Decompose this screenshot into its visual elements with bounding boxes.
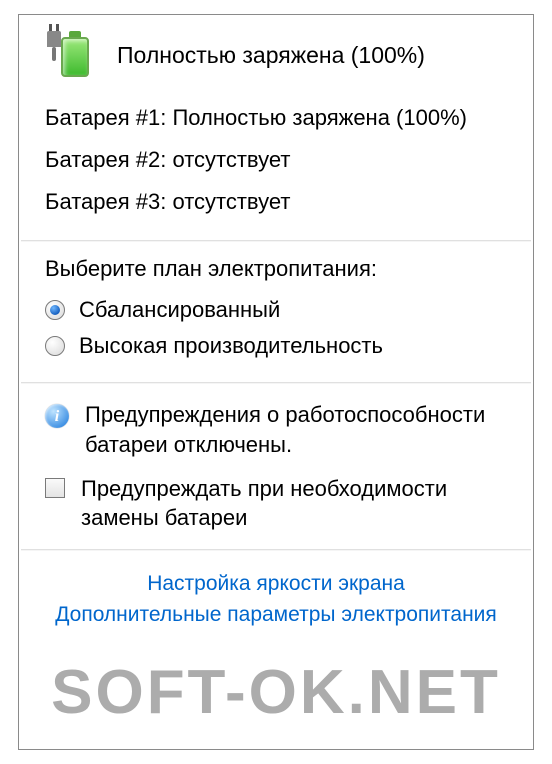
info-text: Предупреждения о работоспособности батар… (85, 400, 507, 459)
checkbox-icon (45, 478, 65, 498)
plan-option-high-performance[interactable]: Высокая производительность (45, 328, 507, 364)
plan-option-label: Высокая производительность (79, 333, 383, 359)
warn-replace-battery-option[interactable]: Предупреждать при необходимости замены б… (21, 474, 531, 549)
battery-1-status: Батарея #1: Полностью заряжена (100%) (45, 97, 507, 139)
power-popup: Полностью заряжена (100%) Батарея #1: По… (18, 14, 534, 750)
power-plan-prompt: Выберите план электропитания: (45, 256, 507, 282)
battery-2-status: Батарея #2: отсутствует (45, 139, 507, 181)
popup-inner: Полностью заряжена (100%) Батарея #1: По… (21, 17, 531, 747)
power-plan-section: Выберите план электропитания: Сбалансиро… (21, 242, 531, 382)
links-section: Настройка яркости экрана Дополнительные … (21, 551, 531, 648)
plan-option-balanced[interactable]: Сбалансированный (45, 292, 507, 328)
radio-icon (45, 336, 65, 356)
radio-icon (45, 300, 65, 320)
battery-3-status: Батарея #3: отсутствует (45, 181, 507, 223)
info-icon: i (45, 404, 69, 428)
brightness-settings-link[interactable]: Настройка яркости экрана (21, 572, 531, 596)
header: Полностью заряжена (100%) (21, 17, 531, 85)
more-power-options-link[interactable]: Дополнительные параметры электропитания (21, 603, 531, 627)
battery-health-info: i Предупреждения о работоспособности бат… (21, 384, 531, 473)
checkbox-label: Предупреждать при необходимости замены б… (81, 474, 507, 533)
battery-charging-icon (55, 31, 91, 79)
battery-list: Батарея #1: Полностью заряжена (100%) Ба… (21, 85, 531, 240)
plan-option-label: Сбалансированный (79, 297, 280, 323)
charge-status-title: Полностью заряжена (100%) (117, 42, 425, 69)
